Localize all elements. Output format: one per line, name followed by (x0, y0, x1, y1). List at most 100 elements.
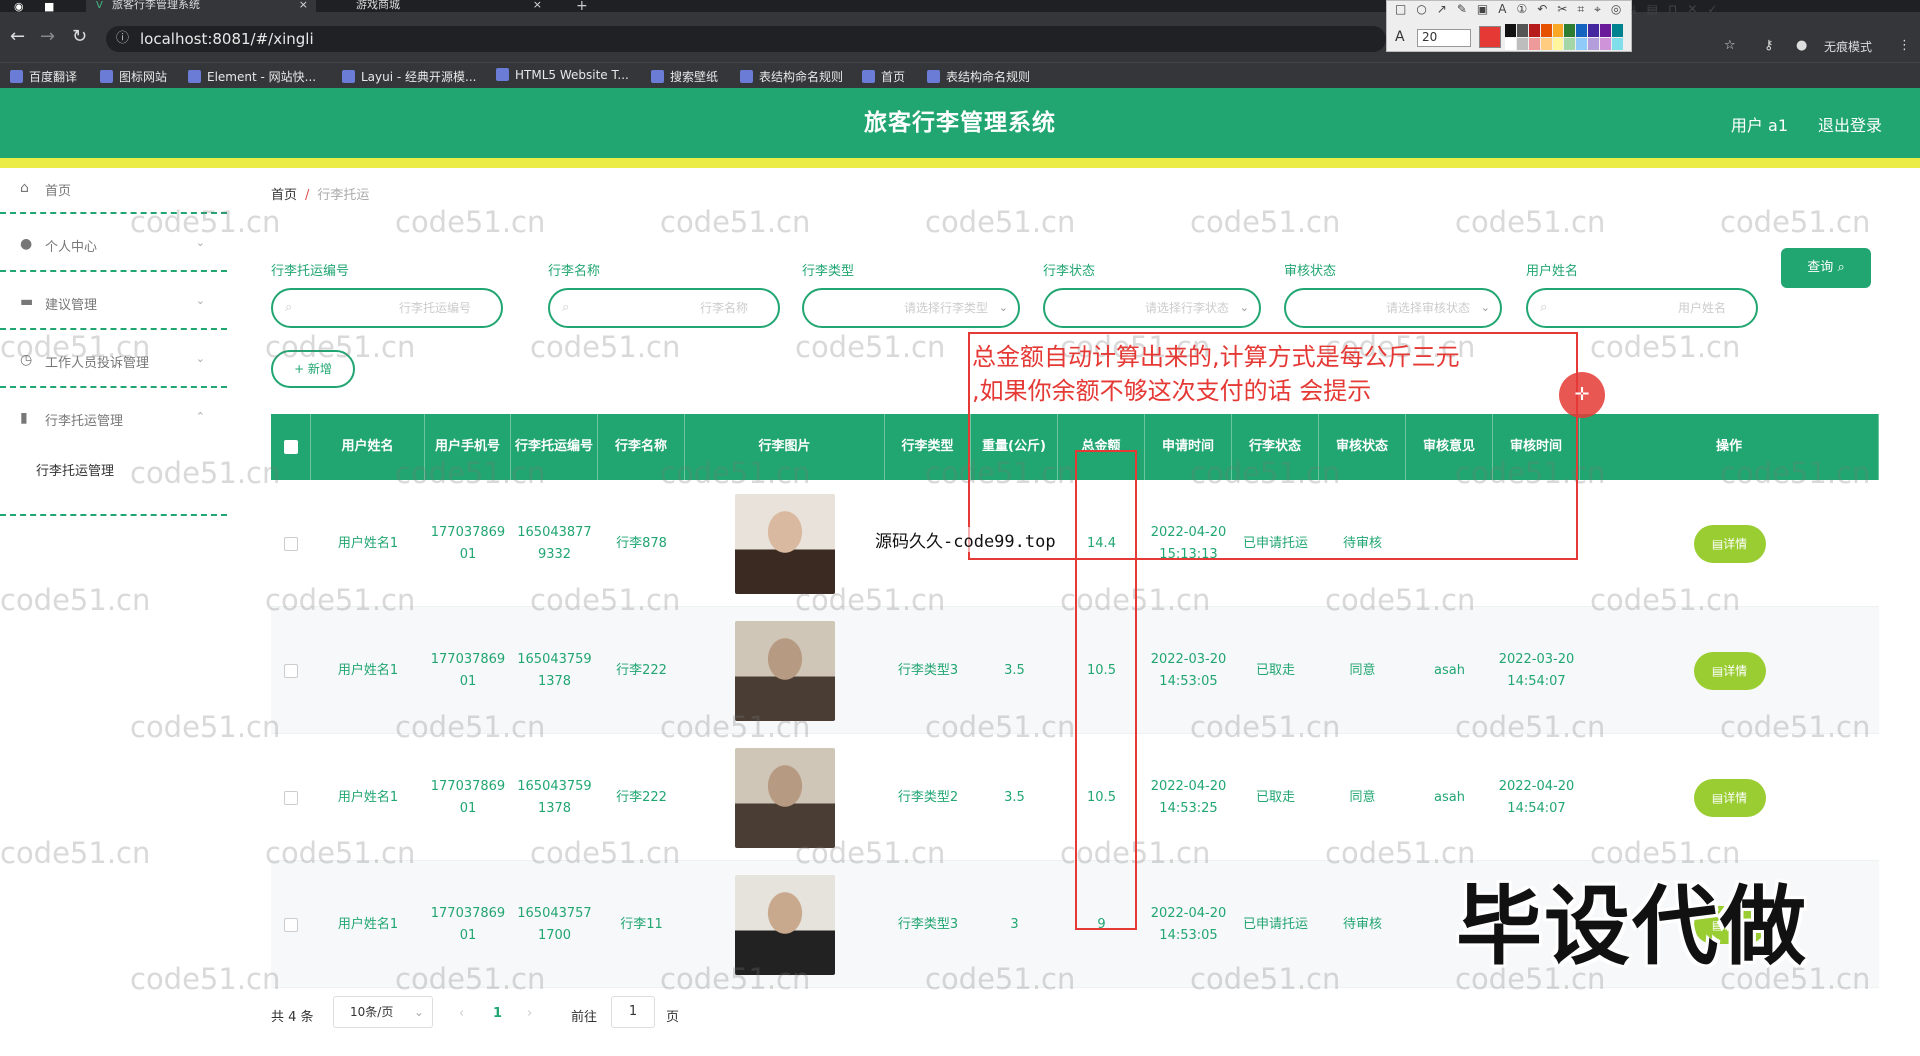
sidebar-subitem-luggage-manage[interactable]: 行李托运管理 (36, 460, 114, 479)
detail-button[interactable]: ▤ 详情 (1693, 778, 1766, 817)
filter-code-input[interactable]: ⌕ 行李托运编号 (271, 288, 503, 328)
detail-button[interactable]: ▤ 详情 (1693, 651, 1766, 690)
color-swatch[interactable] (1588, 24, 1600, 37)
color-swatch[interactable] (1552, 24, 1564, 37)
bookmark-item[interactable]: Element - 网站快... (188, 68, 316, 85)
forward-arrow-icon[interactable]: → (40, 26, 55, 47)
key-icon[interactable]: ⚷ (1764, 38, 1774, 53)
bookmark-icon (740, 70, 753, 83)
query-button[interactable]: 查询 ⌕ (1781, 248, 1871, 288)
color-swatch[interactable] (1600, 37, 1612, 50)
current-color-swatch[interactable] (1479, 26, 1501, 48)
goto-page-input[interactable]: 1 (611, 996, 655, 1028)
row-checkbox[interactable] (284, 917, 298, 932)
color-swatch[interactable] (1528, 37, 1540, 50)
color-swatch[interactable] (1528, 24, 1540, 37)
page-size-select[interactable]: 10条/页 ⌄ (333, 996, 433, 1028)
luggage-photo[interactable] (735, 747, 835, 848)
next-page-icon[interactable]: › (527, 1006, 532, 1021)
color-swatch[interactable] (1552, 37, 1564, 50)
color-swatch[interactable] (1612, 24, 1623, 37)
cell-phone: 17703786901 (430, 778, 506, 816)
row-checkbox-cell[interactable] (271, 607, 311, 734)
luggage-photo[interactable] (735, 493, 835, 594)
goto-label: 前往 (571, 1010, 598, 1025)
detail-label: 详情 (1723, 536, 1748, 551)
bookmark-item[interactable]: 百度翻译 (10, 68, 77, 85)
color-swatch[interactable] (1516, 24, 1528, 37)
app-title: 旅客行李管理系统 (864, 110, 1056, 136)
color-swatch[interactable] (1600, 24, 1612, 37)
bookmark-item[interactable]: 搜索壁纸 (651, 68, 718, 85)
page-size-value: 10条/页 (350, 1005, 394, 1019)
row-checkbox[interactable] (284, 536, 298, 551)
color-swatch[interactable] (1505, 37, 1516, 50)
bookmark-item[interactable]: HTML5 Website T... (496, 68, 629, 82)
filter-status-select[interactable]: 请选择行李状态 ⌄ (1043, 288, 1261, 328)
select-all-checkbox-cell[interactable] (271, 414, 311, 480)
sidebar-item-suggestions[interactable]: ▬ 建议管理 ⌄ (0, 272, 227, 330)
color-swatch[interactable] (1540, 24, 1552, 37)
cell-status: 已取走 (1255, 662, 1295, 678)
tab-close-icon[interactable]: × (299, 0, 308, 10)
row-checkbox-cell[interactable] (271, 734, 311, 861)
bookmark-star-icon[interactable]: ☆ (1724, 38, 1736, 53)
bookmark-item[interactable]: 表结构命名规则 (927, 68, 1030, 85)
color-swatch[interactable] (1516, 37, 1528, 50)
prev-page-icon[interactable]: ‹ (459, 1006, 464, 1021)
sidebar-item-home[interactable]: ⌂ 首页 (0, 168, 227, 214)
color-swatch[interactable] (1588, 37, 1600, 50)
select-all-checkbox[interactable] (283, 440, 298, 454)
sidebar-item-personal[interactable]: ● 个人中心 ⌄ (0, 214, 227, 272)
row-checkbox[interactable] (284, 790, 298, 805)
site-info-icon[interactable]: ⓘ (116, 26, 129, 52)
page-number[interactable]: 1 (493, 1006, 502, 1021)
bookmark-item[interactable]: 首页 (862, 68, 905, 85)
url-bar[interactable]: ⓘ localhost:8081/#/xingli (106, 26, 1386, 52)
color-swatch[interactable] (1564, 24, 1576, 37)
bookmark-item[interactable]: 图标网站 (100, 68, 167, 85)
annotation-tool-icons[interactable]: □○↗✎▣A①↶✂⌗⌖◎⤓▤⊓✕✓ (1395, 2, 1727, 17)
cell-weight: 3.5 (1004, 789, 1025, 805)
back-arrow-icon[interactable]: ← (10, 26, 25, 47)
color-swatch[interactable] (1505, 24, 1516, 37)
color-swatch[interactable] (1576, 24, 1588, 37)
font-size-select[interactable]: 20 (1417, 29, 1471, 47)
detail-button[interactable]: ▤ 详情 (1693, 524, 1766, 563)
filter-audit-select[interactable]: 请选择审核状态 ⌄ (1284, 288, 1502, 328)
column-header: 行李名称 (598, 414, 685, 480)
filter-name-input[interactable]: ⌕ 行李名称 (548, 288, 780, 328)
home-icon: ⌂ (20, 180, 29, 196)
color-swatch[interactable] (1612, 37, 1623, 50)
bookmark-item[interactable]: Layui - 经典开源模... (342, 68, 476, 85)
sidebar-item-complaints[interactable]: ◷ 工作人员投诉管理 ⌄ (0, 330, 227, 388)
luggage-photo[interactable] (735, 620, 835, 721)
photo-cell (685, 480, 885, 607)
tab-close-icon[interactable]: × (533, 0, 542, 10)
row-checkbox-cell[interactable] (271, 480, 311, 607)
search-icon: ⌕ (1837, 260, 1845, 275)
row-checkbox-cell[interactable] (271, 861, 311, 988)
cell-audit-time (1493, 480, 1580, 607)
search-icon: ⌕ (285, 300, 293, 315)
sidebar-item-luggage[interactable]: ▮ 行李托运管理 ⌃ (0, 388, 227, 516)
luggage-photo[interactable] (735, 874, 835, 975)
row-checkbox[interactable] (284, 663, 298, 678)
color-swatch[interactable] (1564, 37, 1576, 50)
breadcrumb-home[interactable]: 首页 (271, 188, 297, 203)
color-palette[interactable] (1505, 24, 1623, 50)
tab-active[interactable]: V 旅客行李管理系统 × (86, 0, 316, 12)
font-tool-icon[interactable]: A (1395, 29, 1405, 45)
tab-inactive[interactable]: 游戏商城 × (330, 0, 550, 12)
reload-icon[interactable]: ↻ (72, 26, 87, 47)
logout-link[interactable]: 退出登录 (1818, 112, 1882, 136)
color-swatch[interactable] (1576, 37, 1588, 50)
filter-type-select[interactable]: 请选择行李类型 ⌄ (802, 288, 1020, 328)
browser-menu-dots-icon[interactable]: ⋮ (1898, 38, 1911, 53)
cell-code: 1650437591378 (517, 651, 592, 689)
cell-name: 用户姓名1 (337, 916, 399, 932)
color-swatch[interactable] (1540, 37, 1552, 50)
filter-username-input[interactable]: ⌕ 用户姓名 (1526, 288, 1758, 328)
bookmark-item[interactable]: 表结构命名规则 (740, 68, 843, 85)
add-button[interactable]: + 新增 (271, 350, 355, 388)
